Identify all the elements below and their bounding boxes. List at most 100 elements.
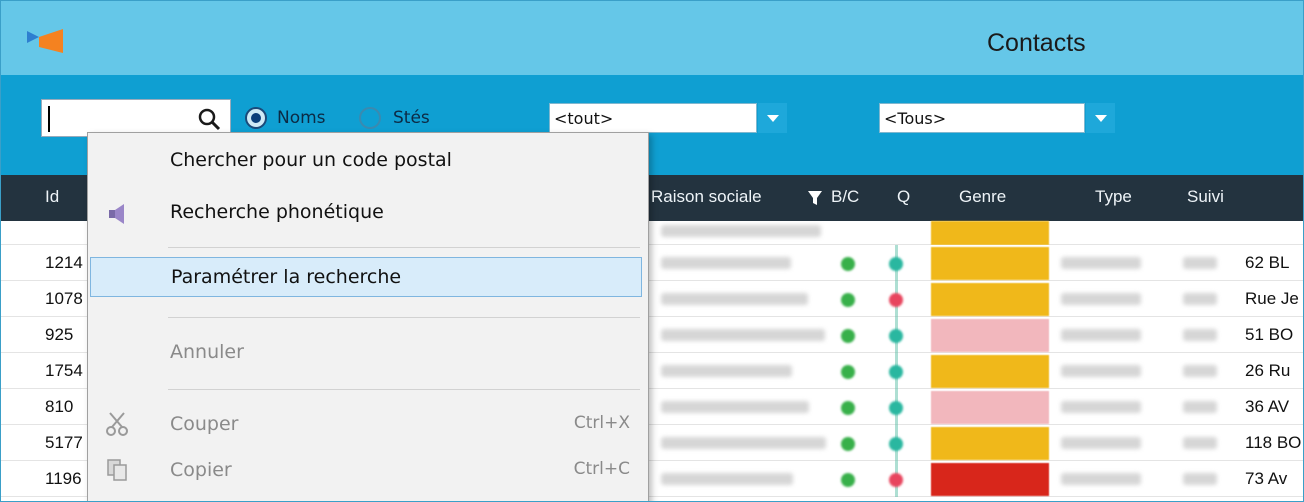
column-header-q[interactable]: Q bbox=[897, 187, 910, 207]
cell-id: 5177 bbox=[45, 433, 83, 452]
column-header-bc[interactable]: B/C bbox=[831, 187, 859, 207]
category-select[interactable]: <tout> bbox=[549, 103, 757, 133]
menu-item-label: Annuler bbox=[170, 341, 244, 363]
column-header-suivi[interactable]: Suivi bbox=[1187, 187, 1224, 207]
q-dot bbox=[889, 473, 903, 487]
menu-item-label: Paramétrer la recherche bbox=[171, 266, 402, 288]
cell-address: 36 AV bbox=[1245, 397, 1290, 416]
title-bar: Contacts bbox=[1, 1, 1303, 75]
genre-cell bbox=[931, 355, 1049, 388]
blurred-cell bbox=[1183, 329, 1217, 341]
blurred-cell bbox=[1061, 365, 1141, 377]
menu-item-annuler[interactable]: Annuler bbox=[88, 333, 648, 373]
contacts-window: Contacts Noms Stés <tout> <Tous> Id Rais… bbox=[0, 0, 1304, 502]
blurred-cell bbox=[661, 257, 791, 269]
cell-address: 51 BO bbox=[1245, 325, 1294, 344]
status-dot bbox=[841, 401, 855, 415]
menu-item-couper[interactable]: Couper Ctrl+X bbox=[88, 405, 648, 445]
genre-cell bbox=[931, 391, 1049, 424]
menu-item-copier[interactable]: Copier Ctrl+C bbox=[88, 451, 648, 491]
blurred-cell bbox=[1061, 257, 1141, 269]
genre-cell bbox=[931, 283, 1049, 316]
filter-dropdown-button[interactable] bbox=[1085, 103, 1115, 133]
cell-id: 1754 bbox=[45, 361, 83, 380]
filter-select[interactable]: <Tous> bbox=[879, 103, 1085, 133]
blurred-cell bbox=[1183, 293, 1217, 305]
radio-stes[interactable] bbox=[359, 107, 381, 129]
blurred-cell bbox=[1061, 473, 1141, 485]
filter-select-value: <Tous> bbox=[884, 109, 947, 128]
status-dot bbox=[841, 365, 855, 379]
blurred-cell bbox=[1061, 401, 1141, 413]
blurred-cell bbox=[1061, 437, 1141, 449]
radio-noms[interactable] bbox=[245, 107, 267, 129]
status-dot bbox=[841, 473, 855, 487]
menu-item-label: Chercher pour un code postal bbox=[170, 149, 452, 171]
blurred-cell bbox=[1061, 293, 1141, 305]
menu-item-recherche-phonetique[interactable]: Recherche phonétique bbox=[88, 193, 648, 233]
cell-address: 26 Ru bbox=[1245, 361, 1291, 380]
column-header-genre[interactable]: Genre bbox=[959, 187, 1006, 207]
column-header-type[interactable]: Type bbox=[1095, 187, 1132, 207]
q-dot bbox=[889, 365, 903, 379]
cell-id: 925 bbox=[45, 325, 74, 344]
app-logo-icon bbox=[27, 29, 63, 53]
category-select-value: <tout> bbox=[554, 109, 614, 128]
q-dot bbox=[889, 257, 903, 271]
menu-separator bbox=[168, 247, 640, 248]
blurred-cell bbox=[661, 473, 793, 485]
text-caret bbox=[48, 106, 50, 132]
search-icon[interactable] bbox=[195, 105, 225, 135]
blurred-cell bbox=[661, 293, 808, 305]
cell-id: 1196 bbox=[45, 469, 82, 488]
status-dot bbox=[841, 293, 855, 307]
blurred-cell bbox=[661, 401, 809, 413]
blurred-cell bbox=[1183, 437, 1217, 449]
blurred-cell bbox=[661, 437, 826, 449]
category-dropdown-button[interactable] bbox=[757, 103, 787, 133]
cell-address: 118 BO bbox=[1245, 433, 1302, 452]
column-header-id[interactable]: Id bbox=[45, 187, 59, 207]
scissors-icon bbox=[106, 412, 128, 436]
genre-cell bbox=[931, 221, 1049, 245]
menu-separator bbox=[168, 389, 640, 390]
menu-item-code-postal[interactable]: Chercher pour un code postal bbox=[88, 141, 648, 181]
blurred-cell bbox=[1061, 329, 1141, 341]
cell-id: 1078 bbox=[45, 289, 83, 308]
copy-icon bbox=[107, 459, 127, 481]
blurred-cell bbox=[1183, 473, 1217, 485]
column-header-raison-sociale[interactable]: Raison sociale bbox=[651, 187, 762, 207]
menu-item-label: Recherche phonétique bbox=[170, 201, 384, 223]
q-dot bbox=[889, 329, 903, 343]
blurred-cell bbox=[661, 225, 821, 237]
blurred-cell bbox=[1183, 401, 1217, 413]
genre-cell bbox=[931, 463, 1049, 496]
blurred-cell bbox=[661, 329, 825, 341]
cell-id: 810 bbox=[45, 397, 74, 416]
cell-id: 1214 bbox=[45, 253, 83, 272]
status-dot bbox=[841, 329, 855, 343]
q-dot bbox=[889, 437, 903, 451]
genre-cell bbox=[931, 247, 1049, 280]
shortcut-label: Ctrl+C bbox=[573, 459, 630, 479]
blurred-cell bbox=[661, 365, 792, 377]
status-dot bbox=[841, 257, 855, 271]
q-dot bbox=[889, 293, 903, 307]
cell-address: 73 Av bbox=[1245, 469, 1288, 488]
filter-icon[interactable] bbox=[807, 190, 823, 206]
status-dot bbox=[841, 437, 855, 451]
context-menu: Chercher pour un code postal Recherche p… bbox=[87, 132, 649, 501]
genre-cell bbox=[931, 427, 1049, 460]
cell-address: 62 BL bbox=[1245, 253, 1290, 272]
menu-item-label: Copier bbox=[170, 459, 232, 481]
menu-item-parametrer-recherche[interactable]: Paramétrer la recherche bbox=[90, 257, 642, 297]
shortcut-label: Ctrl+X bbox=[573, 413, 630, 433]
window-title: Contacts bbox=[987, 29, 1086, 57]
speaker-icon bbox=[109, 204, 124, 224]
blurred-cell bbox=[1183, 365, 1217, 377]
menu-separator bbox=[168, 317, 640, 318]
blurred-cell bbox=[1183, 257, 1217, 269]
q-dot bbox=[889, 401, 903, 415]
cell-address: Rue Je bbox=[1245, 289, 1299, 308]
radio-noms-label: Noms bbox=[277, 108, 326, 128]
